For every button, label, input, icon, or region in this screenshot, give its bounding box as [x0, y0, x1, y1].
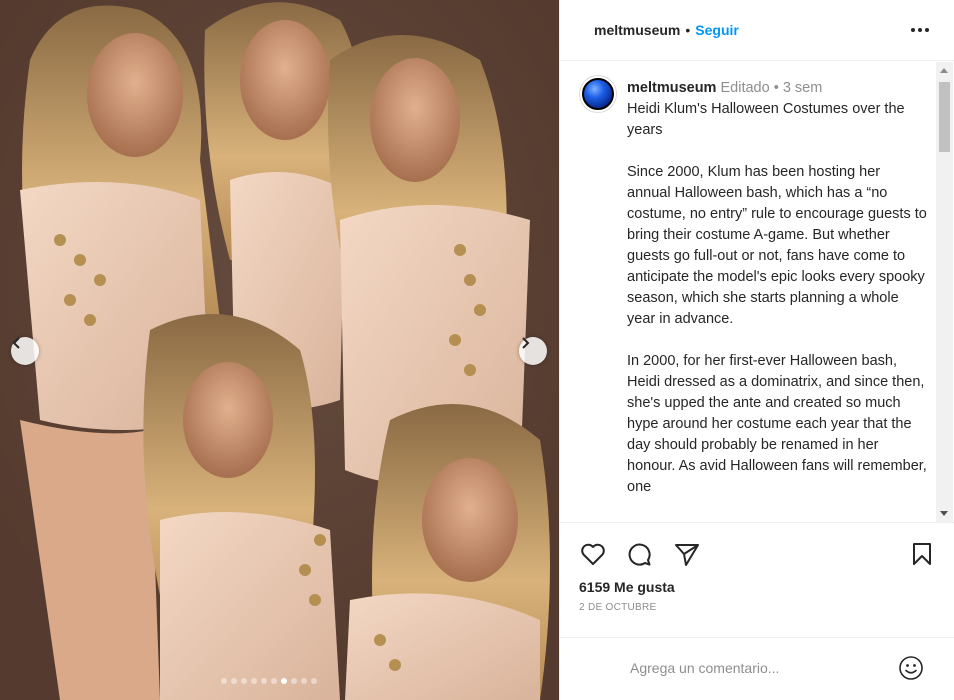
carousel-dot: [231, 678, 237, 684]
caption-paragraph-2: In 2000, for her first-ever Halloween ba…: [627, 353, 931, 495]
caption-title: Heidi Klum's Halloween Costumes over the…: [627, 101, 909, 138]
carousel-prev-button[interactable]: [11, 337, 39, 365]
post-photo: [0, 0, 559, 700]
post-actions: [560, 522, 954, 582]
post-media[interactable]: [0, 0, 559, 700]
comments-section[interactable]: meltmuseum Editado • 3 sem Heidi Klum's …: [560, 62, 954, 522]
caption-paragraph-1: Since 2000, Klum has been hosting her an…: [627, 164, 931, 327]
more-icon: [911, 28, 915, 32]
carousel-dot: [301, 678, 307, 684]
caption-edited: Editado: [720, 80, 770, 96]
carousel-next-button[interactable]: [519, 337, 547, 365]
carousel-dot: [251, 678, 257, 684]
comment-form: [560, 637, 954, 700]
post-header: meltmuseum • Seguir: [560, 0, 954, 61]
carousel-dot: [241, 678, 247, 684]
comment-input[interactable]: [630, 656, 880, 680]
caption-time[interactable]: 3 sem: [783, 80, 823, 96]
carousel-dot: [281, 678, 287, 684]
likes-count[interactable]: 6159 Me gusta: [579, 579, 675, 595]
carousel-dot: [221, 678, 227, 684]
scroll-up-arrow[interactable]: [940, 68, 948, 73]
chevron-left-icon: [12, 337, 20, 349]
carousel-dot: [291, 678, 297, 684]
emoji-icon[interactable]: [897, 654, 925, 682]
comments-scrollbar[interactable]: [936, 62, 953, 522]
comment-icon[interactable]: [625, 540, 653, 568]
scroll-thumb[interactable]: [939, 82, 950, 152]
heart-icon[interactable]: [579, 540, 607, 568]
header-separator: •: [685, 22, 691, 38]
carousel-indicator: [221, 678, 317, 684]
carousel-dot: [261, 678, 267, 684]
chevron-right-icon: [522, 337, 530, 349]
header-username[interactable]: meltmuseum: [594, 22, 680, 38]
caption-username[interactable]: meltmuseum: [627, 80, 716, 96]
avatar-image: [582, 78, 614, 110]
post-caption: meltmuseum Editado • 3 sem Heidi Klum's …: [627, 78, 927, 498]
more-options-button[interactable]: [911, 22, 931, 38]
carousel-dot: [271, 678, 277, 684]
follow-button[interactable]: Seguir: [695, 22, 739, 38]
send-icon[interactable]: [673, 540, 701, 568]
caption-meta: meltmuseum Editado • 3 sem: [627, 78, 927, 99]
post-details-panel: meltmuseum • Seguir meltmuseum Editado •…: [559, 0, 954, 700]
caption-bullet: •: [773, 80, 779, 96]
bookmark-icon[interactable]: [908, 540, 936, 568]
scroll-down-arrow[interactable]: [940, 511, 948, 516]
post-date: 2 DE OCTUBRE: [579, 602, 657, 613]
carousel-dot: [311, 678, 317, 684]
avatar[interactable]: [579, 75, 617, 113]
